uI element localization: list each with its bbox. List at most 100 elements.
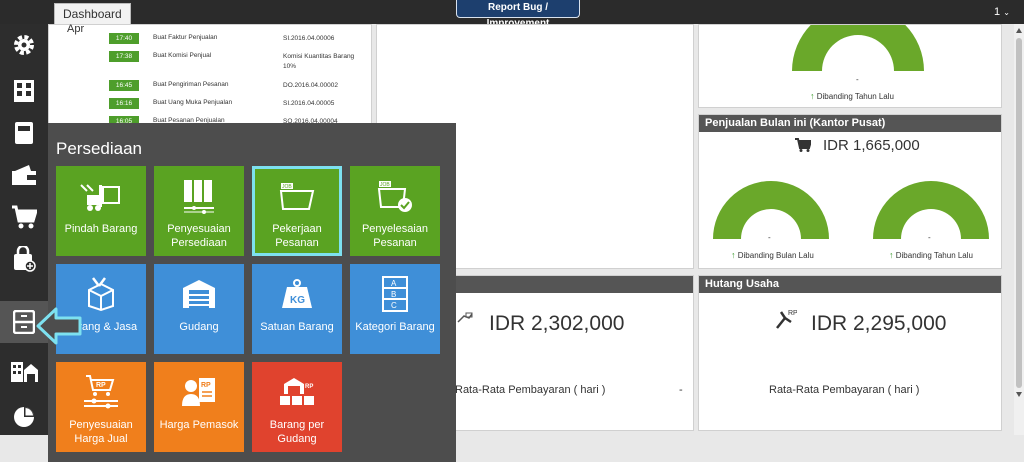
scrollbar-thumb[interactable] bbox=[1016, 38, 1022, 388]
cabinet-icon bbox=[13, 310, 35, 334]
tile-label: Pekerjaan Pesanan bbox=[272, 223, 322, 249]
tile-label: Kategori Barang bbox=[355, 321, 435, 333]
report-bug-button[interactable]: Report Bug / Improvement bbox=[456, 0, 580, 29]
activity-header-fragment: Apr bbox=[67, 23, 85, 35]
pie-chart-icon bbox=[14, 407, 34, 427]
activity-time: 17:40 bbox=[109, 33, 139, 44]
tile-gudang[interactable]: Gudang bbox=[154, 264, 244, 354]
sidebar-item-assets[interactable] bbox=[0, 350, 48, 392]
user-menu[interactable]: 1 ⌄ bbox=[994, 6, 1010, 18]
hutang-rata-label: Rata-Rata Pembayaran ( hari ) bbox=[769, 384, 920, 396]
book-icon bbox=[15, 122, 33, 144]
weight-kg-icon: KG bbox=[282, 279, 312, 308]
sidebar-item-company[interactable] bbox=[0, 70, 48, 112]
sidebar-item-settings[interactable] bbox=[0, 24, 48, 66]
price-cart-icon: RP bbox=[84, 375, 118, 409]
supplier-price-icon: RP bbox=[182, 378, 215, 406]
chevron-down-icon: ⌄ bbox=[1003, 8, 1010, 17]
arrow-up-icon: ↑ bbox=[731, 250, 736, 260]
binders-icon bbox=[184, 180, 214, 214]
activity-desc: Buat Komisi Penjual bbox=[153, 52, 212, 59]
scrollbar[interactable] bbox=[1014, 24, 1024, 435]
gauge-right-label: Dibanding Tahun Lalu bbox=[895, 251, 973, 260]
tile-label: Satuan Barang bbox=[260, 321, 334, 333]
stock-warehouse-icon: RP bbox=[280, 378, 314, 405]
svg-text:A: A bbox=[391, 279, 397, 288]
tile-penyelesaian-pesanan[interactable]: JOB Penyelesaian Pesanan bbox=[350, 166, 440, 256]
tile-label: Penyesuaian Harga Jual bbox=[69, 419, 133, 445]
activity-ref: Komisi Kuantitas Barang 10% bbox=[283, 53, 355, 70]
cart-icon bbox=[795, 138, 811, 152]
arrow-left-icon bbox=[36, 307, 82, 345]
job-check-icon: JOB bbox=[377, 181, 412, 212]
app-window: Dashboard Report Bug / Improvement 1 ⌄ bbox=[0, 0, 1024, 462]
tile-satuan-barang[interactable]: KG Satuan Barang bbox=[252, 264, 342, 354]
gauge-right-compare: ↑ Dibanding Tahun Lalu bbox=[889, 250, 973, 260]
tile-pekerjaan-pesanan[interactable]: JOB Pekerjaan Pesanan bbox=[252, 166, 342, 256]
tile-harga-pemasok[interactable]: RP Harga Pemasok bbox=[154, 362, 244, 452]
top-bar: Dashboard Report Bug / Improvement 1 ⌄ bbox=[0, 0, 1024, 29]
scroll-down-icon[interactable] bbox=[1016, 392, 1022, 397]
svg-text:KG: KG bbox=[290, 295, 305, 306]
activity-ref: DO.2016.04.00002 bbox=[283, 82, 338, 89]
hand-debt-icon: RP bbox=[776, 310, 797, 329]
tile-penyesuaian-persediaan[interactable]: Penyesuaian Persediaan bbox=[154, 166, 244, 256]
svg-text:JOB: JOB bbox=[282, 184, 292, 190]
penjualan-amount: IDR 1,665,000 bbox=[823, 137, 920, 154]
tile-pindah-barang[interactable]: Pindah Barang bbox=[56, 166, 146, 256]
tile-label: Penyesuaian Persediaan bbox=[167, 223, 231, 249]
svg-text:RP: RP bbox=[96, 382, 106, 389]
activity-desc: Buat Uang Muka Penjualan bbox=[153, 99, 233, 106]
tile-barang-per-gudang[interactable]: RP Barang per Gudang bbox=[252, 362, 342, 452]
gauge-left-compare: ↑ Dibanding Bulan Lalu bbox=[731, 250, 814, 260]
gear-icon bbox=[14, 35, 34, 55]
sidebar-item-reports[interactable] bbox=[0, 396, 48, 438]
tile-penyesuaian-harga-jual[interactable]: RP Penyesuaian Harga Jual bbox=[56, 362, 146, 452]
wallet-icon bbox=[12, 165, 36, 185]
warehouse-icon bbox=[11, 362, 38, 382]
piutang-amount: IDR 2,302,000 bbox=[489, 312, 625, 335]
sidebar bbox=[0, 24, 48, 435]
job-folder-icon: JOB bbox=[279, 183, 315, 210]
activity-time: 16:45 bbox=[109, 80, 139, 91]
tile-label: Gudang bbox=[179, 321, 219, 333]
activity-desc: Buat Pengiriman Pesanan bbox=[153, 81, 229, 88]
sidebar-item-sales[interactable] bbox=[0, 238, 48, 280]
penjualan-title: Penjualan Bulan ini (Kantor Pusat) bbox=[699, 115, 1001, 132]
piutang-rata-value: - bbox=[679, 384, 683, 396]
arrow-up-icon: ↑ bbox=[889, 250, 894, 260]
persediaan-title: Persediaan bbox=[56, 139, 143, 158]
top-gauge-panel: - ↑ Dibanding Tahun Lalu bbox=[698, 24, 1002, 108]
gauge-left bbox=[713, 181, 829, 239]
tile-label: Pindah Barang bbox=[64, 223, 138, 235]
sidebar-item-cash-bank[interactable] bbox=[0, 154, 48, 196]
sidebar-item-ledger[interactable] bbox=[0, 112, 48, 154]
sidebar-item-purchase[interactable] bbox=[0, 196, 48, 238]
activity-ref: SI.2016.04.00006 bbox=[283, 35, 335, 42]
gauge-top-compare-label: Dibanding Tahun Lalu bbox=[816, 92, 894, 101]
tab-dashboard[interactable]: Dashboard bbox=[54, 3, 131, 24]
gauge-top-value: - bbox=[856, 75, 859, 84]
persediaan-menu: Persediaan Pindah Barang Penyesuaian Per… bbox=[48, 123, 456, 462]
penjualan-panel: Penjualan Bulan ini (Kantor Pusat) IDR 1… bbox=[698, 114, 1002, 269]
arrow-up-icon: ↑ bbox=[810, 91, 815, 101]
abc-list-icon: ABC bbox=[382, 276, 408, 312]
tile-label: Harga Pemasok bbox=[159, 419, 239, 431]
activity-desc: Buat Faktur Penjualan bbox=[153, 34, 218, 41]
piutang-rata-label: Rata-Rata Pembayaran ( hari ) bbox=[455, 384, 606, 396]
gauge-right-value: - bbox=[928, 233, 931, 242]
activity-time: 16:16 bbox=[109, 98, 139, 109]
svg-text:RP: RP bbox=[305, 384, 313, 390]
activity-time: 17:38 bbox=[109, 51, 139, 62]
building-icon bbox=[14, 80, 34, 102]
hutang-panel: Hutang Usaha RP IDR 2,295,000 Rata-Rata … bbox=[698, 275, 1002, 431]
bag-add-icon bbox=[14, 246, 36, 272]
activity-panel: Apr 17:40 Buat Faktur Penjualan SI.2016.… bbox=[48, 23, 372, 134]
user-menu-label: 1 bbox=[994, 6, 1001, 18]
tile-kategori-barang[interactable]: ABC Kategori Barang bbox=[350, 264, 440, 354]
tile-label: Penyelesaian Pesanan bbox=[361, 223, 429, 249]
svg-text:RP: RP bbox=[201, 382, 211, 389]
hand-money-icon bbox=[457, 312, 473, 323]
scroll-up-icon[interactable] bbox=[1016, 28, 1022, 33]
svg-text:RP: RP bbox=[788, 310, 797, 317]
